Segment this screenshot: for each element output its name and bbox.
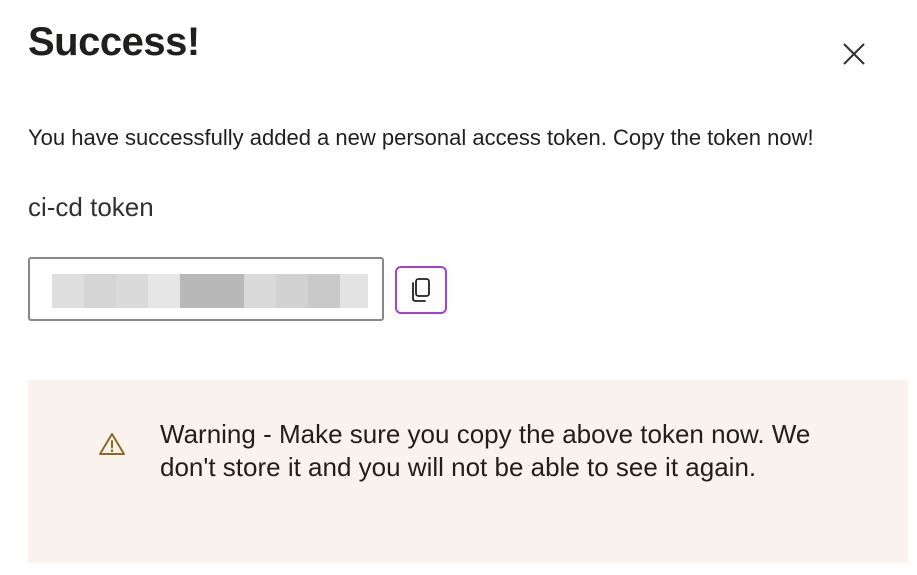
copy-icon: [412, 278, 430, 302]
token-value-masked: [52, 274, 368, 308]
dialog-title: Success!: [28, 20, 200, 64]
close-icon: [843, 43, 865, 65]
warning-banner: Warning - Make sure you copy the above t…: [28, 380, 908, 563]
token-field[interactable]: [28, 257, 384, 321]
copy-token-button[interactable]: [395, 266, 447, 314]
success-dialog: Success! You have successfully added a n…: [0, 0, 917, 575]
success-message: You have successfully added a new person…: [28, 125, 814, 150]
token-name: ci-cd token: [28, 192, 154, 222]
warning-text: Warning - Make sure you copy the above t…: [160, 419, 811, 482]
warning-icon: [99, 433, 125, 455]
close-button[interactable]: [836, 36, 872, 72]
